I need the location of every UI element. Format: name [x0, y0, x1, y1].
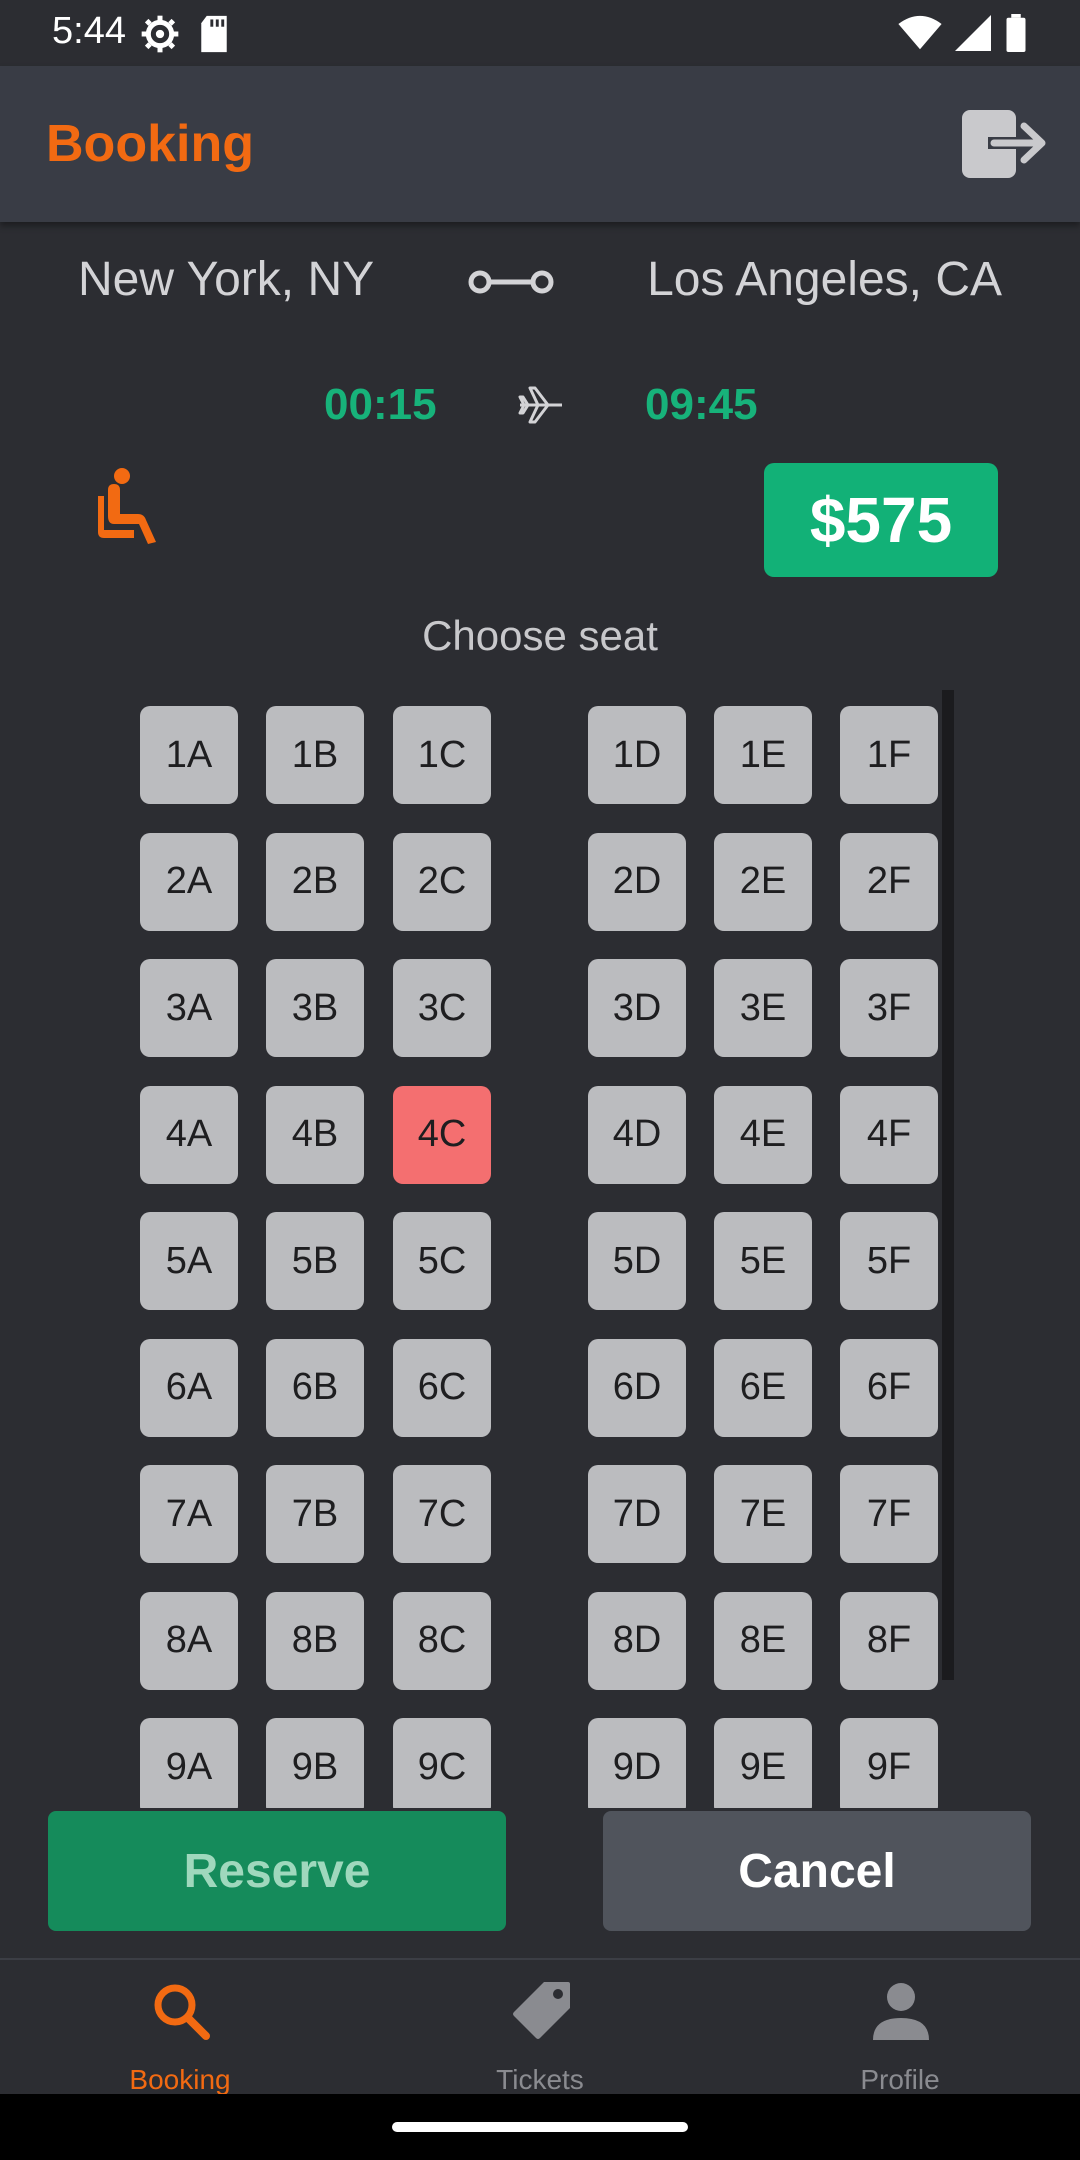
seat-8a[interactable]: 8A: [140, 1591, 238, 1690]
seat-7b[interactable]: 7B: [266, 1465, 364, 1563]
seat-1e[interactable]: 1E: [714, 706, 812, 804]
origin-city: New York, NY: [78, 253, 375, 306]
seat-3e[interactable]: 3E: [714, 959, 812, 1057]
status-right-icons: [898, 14, 1028, 52]
seat-4b[interactable]: 4B: [266, 1085, 364, 1184]
person-icon: [873, 1983, 929, 2040]
nav-item-tickets[interactable]: Tickets: [360, 1960, 720, 2096]
seat-5b[interactable]: 5B: [266, 1212, 364, 1310]
seat-6a[interactable]: 6A: [140, 1338, 238, 1437]
route-row: New York, NY Los Angeles, CA: [0, 252, 1080, 322]
seat-8e[interactable]: 8E: [714, 1591, 812, 1690]
seat-8f[interactable]: 8F: [840, 1591, 938, 1690]
choose-seat-label: Choose seat: [422, 612, 658, 659]
status-time: 5:44: [52, 10, 126, 52]
nav-label-tickets: Tickets: [496, 2064, 584, 2095]
seat-7d[interactable]: 7D: [588, 1465, 686, 1563]
seat-2f[interactable]: 2F: [840, 832, 938, 931]
time-row: 00:15 09:45: [0, 380, 1080, 440]
seat-5a[interactable]: 5A: [140, 1212, 238, 1310]
seat-1c[interactable]: 1C: [393, 706, 491, 804]
reserve-button[interactable]: Reserve: [48, 1811, 506, 1931]
nav-label-profile: Profile: [860, 2064, 940, 2095]
seat-9e[interactable]: 9E: [714, 1718, 812, 1808]
seat-2a[interactable]: 2A: [140, 832, 238, 931]
seat-9c[interactable]: 9C: [393, 1718, 491, 1808]
seat-3a[interactable]: 3A: [140, 959, 238, 1057]
seat-6e[interactable]: 6E: [714, 1338, 812, 1437]
seat-2c[interactable]: 2C: [393, 832, 491, 931]
seat-8c[interactable]: 8C: [393, 1591, 491, 1690]
logout-button[interactable]: [958, 104, 1048, 184]
seat-icon: [98, 468, 156, 544]
search-icon: [154, 1984, 210, 2040]
departure-time: 00:15: [324, 380, 437, 429]
airplane-icon: [518, 386, 562, 424]
destination-city: Los Angeles, CA: [647, 253, 1002, 306]
seat-1a[interactable]: 1A: [140, 706, 238, 804]
nav-item-profile[interactable]: Profile: [720, 1960, 1080, 2096]
seat-9f[interactable]: 9F: [840, 1718, 938, 1808]
price-badge: $575: [764, 463, 998, 577]
seat-4d[interactable]: 4D: [588, 1085, 686, 1184]
arrival-time: 09:45: [645, 380, 758, 429]
seat-7c[interactable]: 7C: [393, 1465, 491, 1563]
seat-9a[interactable]: 9A: [140, 1718, 238, 1808]
cancel-button[interactable]: Cancel: [603, 1811, 1031, 1931]
seat-6d[interactable]: 6D: [588, 1338, 686, 1437]
home-gesture-handle[interactable]: [392, 2122, 688, 2132]
route-connector-icon: [468, 270, 554, 294]
seat-3c[interactable]: 3C: [393, 959, 491, 1057]
bottom-navigation: Booking Tickets Profile: [0, 1958, 1080, 2096]
sd-card-icon: [201, 15, 227, 53]
seat-2b[interactable]: 2B: [266, 832, 364, 931]
logout-icon: [962, 110, 1046, 178]
seat-5f[interactable]: 5F: [840, 1212, 938, 1310]
seat-8b[interactable]: 8B: [266, 1591, 364, 1690]
battery-icon: [1006, 14, 1026, 52]
nav-item-booking[interactable]: Booking: [0, 1960, 360, 2096]
seat-8d[interactable]: 8D: [588, 1591, 686, 1690]
seat-5d[interactable]: 5D: [588, 1212, 686, 1310]
seat-1b[interactable]: 1B: [266, 706, 364, 804]
seat-3f[interactable]: 3F: [840, 959, 938, 1057]
seat-grid[interactable]: 1A 1B 1C 1D 1E 1F 2A 2B 2C 2D 2E 2F 3A 3B 3C 3D 3E 3F 4A 4B…: [0, 690, 1080, 1808]
seat-1f[interactable]: 1F: [840, 706, 938, 804]
nav-label-booking: Booking: [129, 2064, 231, 2095]
gesture-bar: [0, 2094, 1080, 2160]
seat-4e[interactable]: 4E: [714, 1085, 812, 1184]
seat-6f[interactable]: 6F: [840, 1338, 938, 1437]
seat-9d[interactable]: 9D: [588, 1718, 686, 1808]
seat-7e[interactable]: 7E: [714, 1465, 812, 1563]
status-left-icons: [140, 14, 232, 54]
seat-4c[interactable]: 4C: [393, 1085, 491, 1184]
settings-gear-icon: [141, 15, 179, 53]
seat-4a[interactable]: 4A: [140, 1085, 238, 1184]
seat-7a[interactable]: 7A: [140, 1465, 238, 1563]
seat-2e[interactable]: 2E: [714, 832, 812, 931]
seat-2d[interactable]: 2D: [588, 832, 686, 931]
status-bar: 5:44: [0, 0, 1080, 66]
seat-3d[interactable]: 3D: [588, 959, 686, 1057]
seat-9b[interactable]: 9B: [266, 1718, 364, 1808]
seat-3b[interactable]: 3B: [266, 959, 364, 1057]
page-title: Booking: [46, 115, 254, 173]
cellular-signal-icon: [955, 15, 991, 51]
seat-5c[interactable]: 5C: [393, 1212, 491, 1310]
seat-6c[interactable]: 6C: [393, 1338, 491, 1437]
wifi-icon: [898, 15, 942, 50]
seat-4f[interactable]: 4F: [840, 1085, 938, 1184]
app-bar: Booking: [0, 66, 1080, 222]
seat-7f[interactable]: 7F: [840, 1465, 938, 1563]
seat-grid-scrollbar[interactable]: [942, 690, 954, 1680]
seat-5e[interactable]: 5E: [714, 1212, 812, 1310]
ticket-tag-icon: [513, 1982, 570, 2039]
seat-1d[interactable]: 1D: [588, 706, 686, 804]
seat-6b[interactable]: 6B: [266, 1338, 364, 1437]
